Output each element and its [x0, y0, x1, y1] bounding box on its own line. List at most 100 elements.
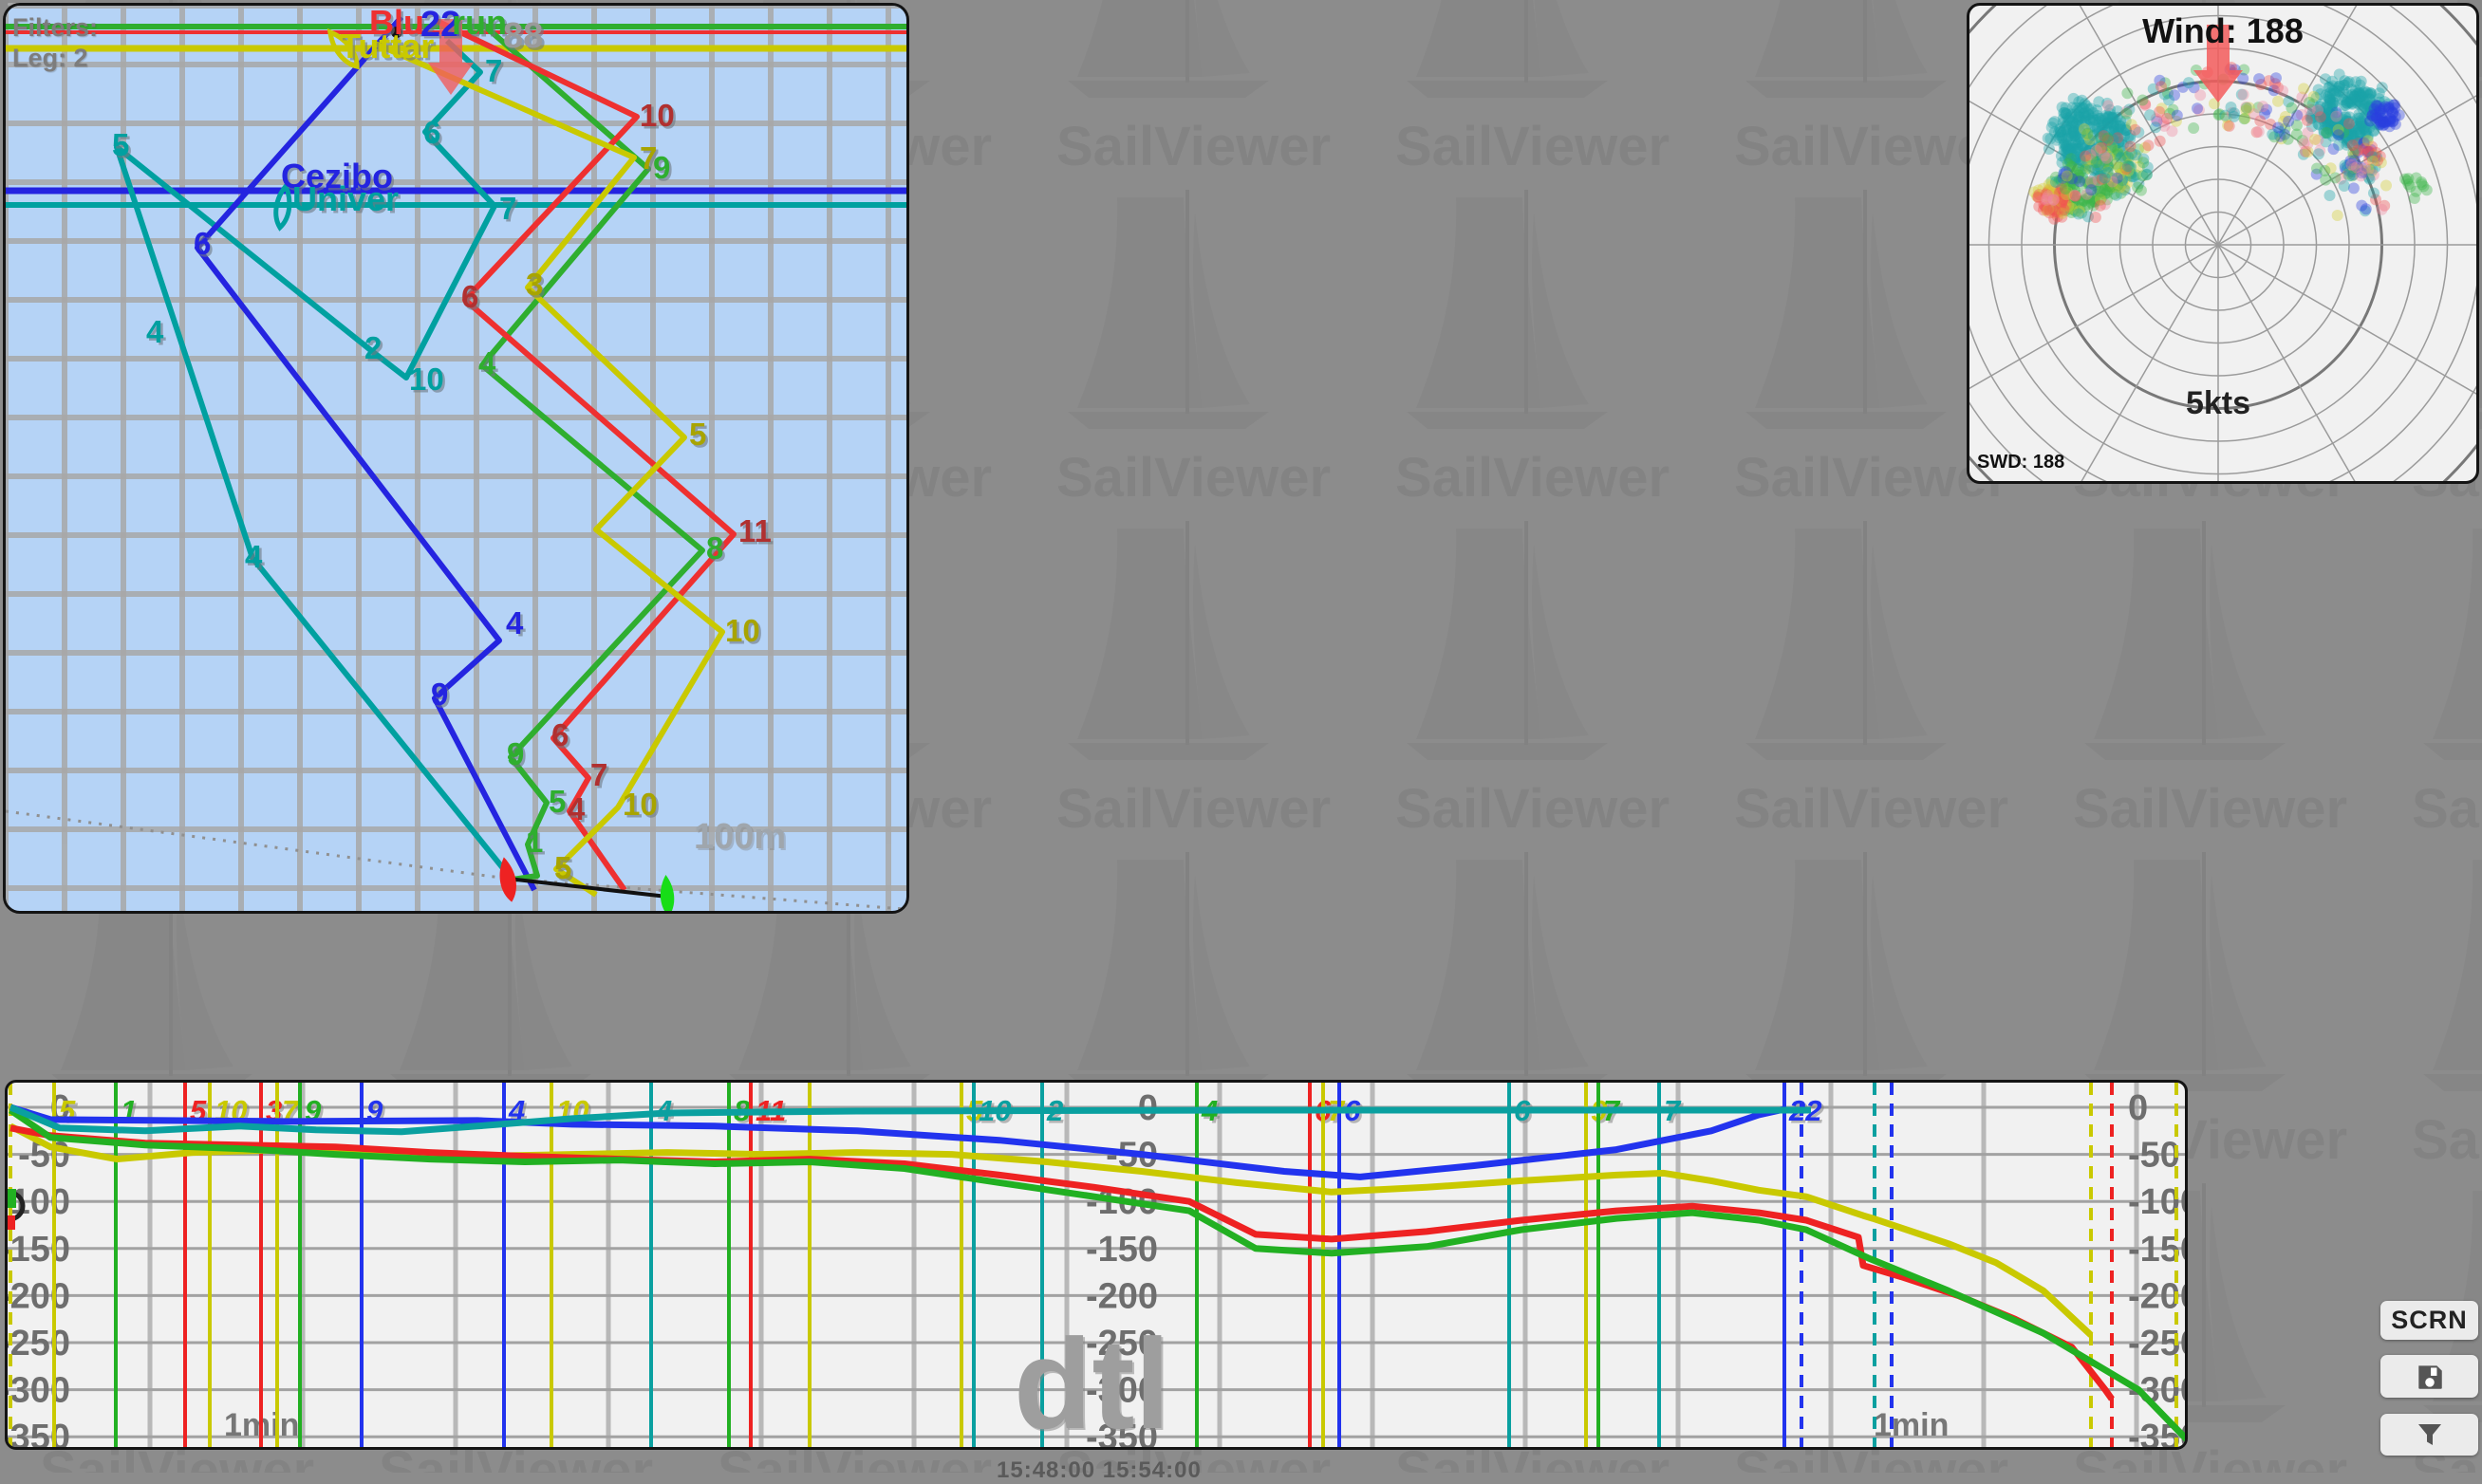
polar-dot — [2376, 203, 2388, 215]
polar-dot — [2368, 187, 2379, 199]
polar-dot — [2304, 97, 2315, 108]
tack-number: 10 — [409, 362, 444, 397]
y-axis-label: -300 — [8, 1371, 70, 1411]
polar-dot — [2056, 102, 2068, 113]
polar-dot — [2101, 132, 2114, 144]
map-scale-label: 100m — [694, 817, 787, 857]
polar-dot — [2257, 101, 2269, 113]
polar-dot — [2090, 144, 2102, 157]
polar-dot — [2072, 208, 2084, 220]
tack-number: 9 — [507, 736, 524, 771]
polar-dot — [2408, 193, 2420, 204]
tack-number: 4 — [146, 314, 164, 349]
polar-dot — [2050, 176, 2062, 188]
polar-dot — [2321, 126, 2333, 139]
polar-dot — [2238, 113, 2250, 125]
y-axis-label: -150 — [1086, 1230, 1158, 1270]
tack-number: 4 — [568, 791, 586, 826]
polar-dot — [2121, 160, 2134, 173]
polar-dot — [2356, 199, 2368, 212]
track-bluelabe — [433, 17, 737, 892]
polar-dot — [2312, 148, 2324, 160]
tack-number: 10 — [725, 613, 760, 648]
polar-dot — [2085, 184, 2098, 196]
tack-number: 5 — [112, 127, 129, 162]
polar-dot — [2047, 117, 2060, 129]
save-button[interactable] — [2380, 1355, 2478, 1398]
tack-number: 9 — [431, 677, 448, 712]
y-axis-label: -150 — [8, 1230, 70, 1270]
tack-number: 1 — [526, 824, 543, 859]
map-canvas[interactable]: 7766772210104455446644991010661111667744… — [6, 6, 906, 911]
polar-dot — [2102, 100, 2115, 112]
boat-hull — [660, 875, 675, 911]
tack-number: 4 — [245, 539, 263, 574]
polar-dot — [2129, 123, 2141, 136]
polar-dot — [2298, 83, 2310, 95]
tack-number: 8 — [706, 530, 723, 566]
polar-dot — [2042, 132, 2054, 144]
tack-number: 5 — [689, 417, 706, 452]
polar-dot — [2161, 112, 2173, 124]
swd-label: SWD: 188 — [1977, 452, 2065, 473]
polar-dot — [2330, 110, 2342, 122]
polar-dot — [2094, 199, 2106, 212]
polar-dot — [2150, 121, 2162, 134]
wind-title: Wind: 188 — [2142, 11, 2304, 50]
polar-dot — [2081, 127, 2094, 139]
y-axis-label: -250 — [8, 1324, 70, 1363]
polar-dot — [2154, 135, 2166, 147]
polar-dot — [2090, 157, 2102, 169]
filter-button[interactable] — [2380, 1414, 2478, 1456]
screenshot-button[interactable]: SCRN — [2380, 1301, 2478, 1340]
dtl-watermark: dtl — [1014, 1312, 1170, 1450]
polar-dot — [2137, 157, 2150, 169]
tack-number: 10 — [640, 98, 675, 133]
polar-dot — [2376, 82, 2388, 94]
polar-dot — [2042, 190, 2054, 202]
polar-dot — [2410, 172, 2422, 184]
boat-name-label: Univer — [292, 179, 399, 218]
polar-dot — [2319, 164, 2331, 176]
polar-dot — [2099, 112, 2111, 124]
polar-dot — [2350, 84, 2361, 97]
polar-dot — [2387, 99, 2399, 111]
polar-dot — [2183, 77, 2194, 89]
polar-dot — [2155, 81, 2167, 93]
polar-dot — [2252, 125, 2265, 138]
polar-dot — [2283, 115, 2295, 127]
tack-number: 7 — [485, 53, 502, 88]
save-icon — [2417, 1364, 2442, 1389]
y-axis-label: 0 — [2128, 1088, 2148, 1128]
tack-number: 7 — [590, 757, 607, 792]
screenshot-button-label: SCRN — [2391, 1306, 2468, 1334]
dtl-chart-panel[interactable]: dtl 000-50-50-50-100-100-100-150-150-150… — [5, 1080, 2188, 1450]
polar-dot — [2237, 88, 2249, 101]
polar-dot — [2142, 139, 2155, 152]
polar-dot — [2061, 170, 2073, 182]
polar-dot — [2309, 133, 2321, 145]
polar-dot — [2380, 179, 2392, 192]
polar-dot — [2058, 203, 2070, 215]
polar-dot — [2343, 170, 2356, 182]
polar-dot — [2069, 190, 2081, 202]
polar-dot — [2089, 212, 2101, 223]
tack-number: 11 — [738, 513, 772, 548]
filter-icon — [2417, 1424, 2441, 1445]
polar-dot — [2286, 102, 2298, 114]
tack-number: 3 — [526, 267, 543, 302]
polar-dot — [2341, 97, 2353, 108]
leg-label: Leg: 2 — [12, 44, 88, 72]
polar-dot — [2140, 168, 2153, 180]
tack-number: 4 — [506, 605, 524, 640]
polar-dot — [2331, 210, 2343, 221]
boat-name-label: run — [452, 6, 507, 42]
race-map[interactable]: 7 7 6 6 7 7 2 2 10 10 4 4 5 5 4 4 6 6 4 4 9 9 10 10 6 6 11 11 6 6 7 7 4 4… — [3, 3, 909, 914]
track-cezibord — [195, 15, 537, 892]
polar-dot — [2099, 172, 2111, 184]
polar-dot — [2144, 109, 2156, 121]
polar-dot — [2188, 122, 2200, 134]
polar-dot — [2100, 152, 2113, 164]
polar-dot — [2240, 102, 2252, 114]
polar-dot — [2121, 87, 2134, 100]
